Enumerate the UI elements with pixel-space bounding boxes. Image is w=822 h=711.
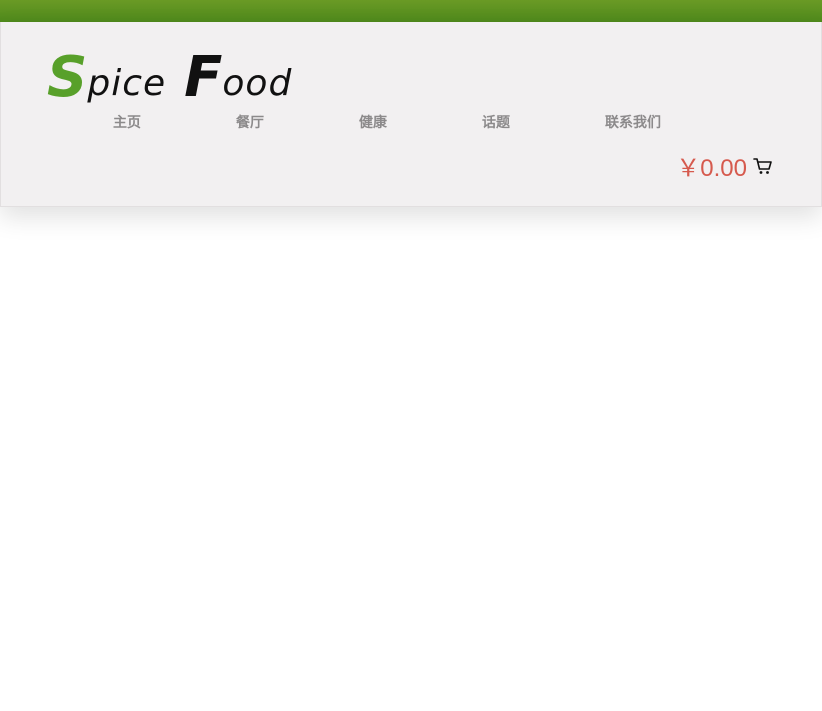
nav-item-restaurant[interactable]: 餐厅 — [236, 112, 264, 132]
cart-summary[interactable]: ￥0.00 — [676, 148, 773, 183]
logo-letter-f: F — [184, 45, 223, 110]
main-nav: 主页 餐厅 健康 话题 联系我们 — [1, 112, 821, 134]
cart-icon[interactable] — [753, 156, 773, 176]
top-accent-bar — [0, 0, 822, 22]
nav-item-health[interactable]: 健康 — [359, 112, 387, 132]
cart-total: ￥0.00 — [676, 155, 747, 182]
nav-item-topics[interactable]: 话题 — [482, 112, 510, 132]
site-header: S pice F ood 主页 餐厅 健康 话题 联系我们 ￥0.00 — [0, 22, 822, 207]
logo-word-pice: pice — [87, 63, 167, 104]
site-logo[interactable]: S pice F ood — [47, 46, 292, 106]
logo-letter-s: S — [47, 45, 88, 110]
nav-item-contact[interactable]: 联系我们 — [605, 112, 661, 132]
nav-item-home[interactable]: 主页 — [113, 112, 141, 132]
logo-word-ood: ood — [222, 63, 293, 104]
